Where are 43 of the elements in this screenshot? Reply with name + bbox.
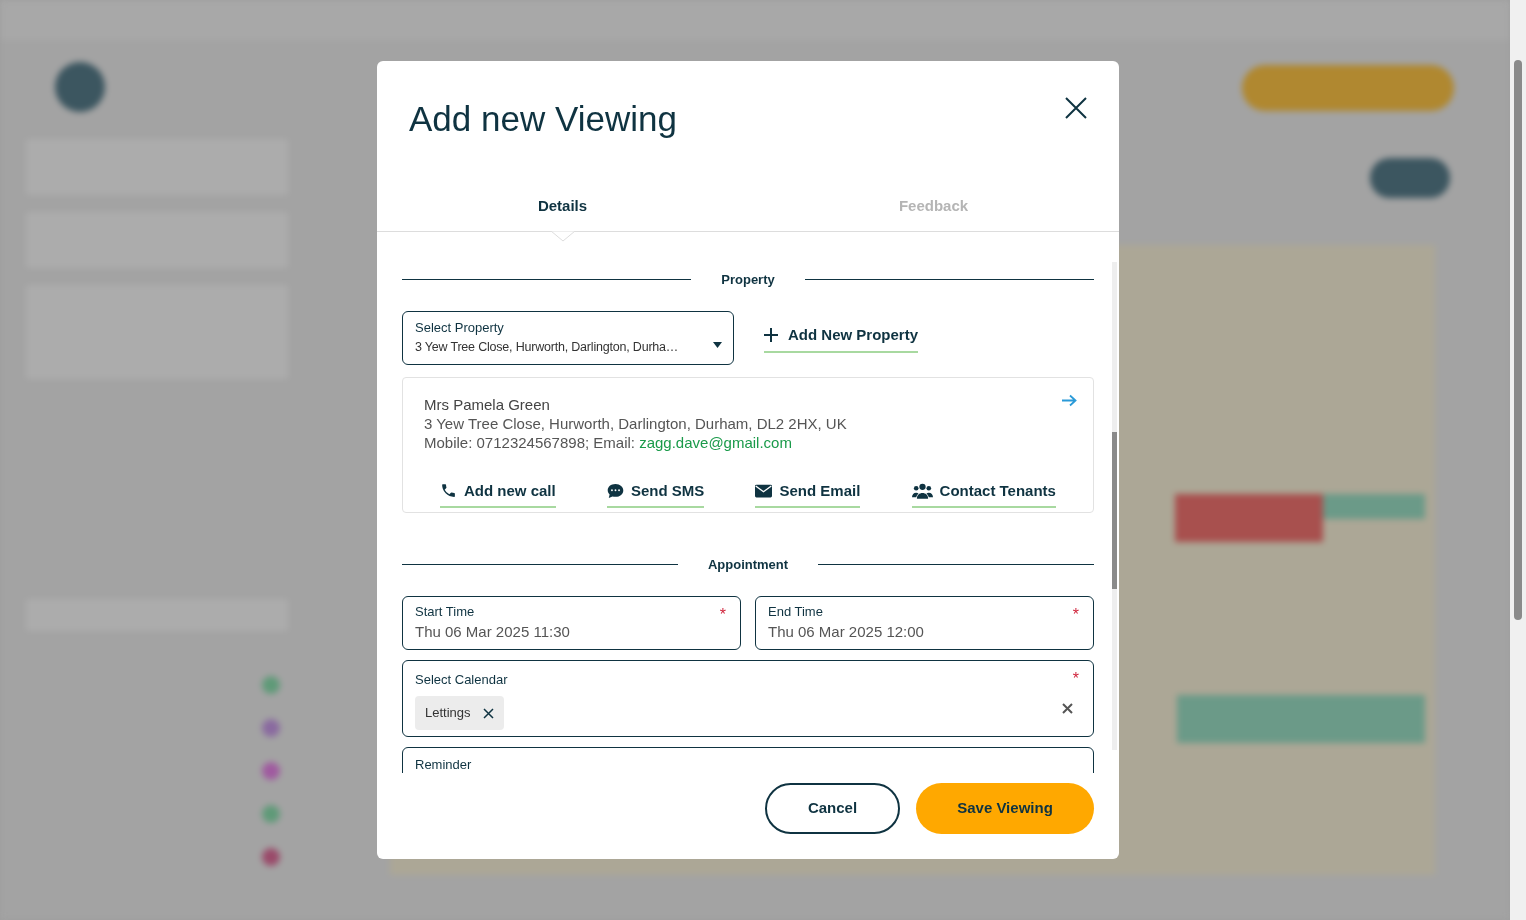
email-link[interactable]: zagg.dave@gmail.com (639, 433, 792, 451)
calendar-select[interactable]: Select Calendar * Lettings (402, 659, 1094, 737)
remove-tag-icon[interactable] (482, 707, 494, 719)
save-button[interactable]: Save Viewing (916, 783, 1094, 834)
field-value: Thu 06 Mar 2025 11:30 (415, 622, 570, 642)
tab[interactable]: Details (377, 181, 748, 231)
people-icon (911, 482, 933, 499)
close-icon (1064, 96, 1088, 120)
required-mark: * (1072, 668, 1079, 689)
cancel-button[interactable]: Cancel (765, 783, 900, 834)
field-label: Select Property (415, 319, 504, 338)
action-link[interactable]: Send Email (755, 479, 861, 508)
property-select[interactable]: Select Property 3 Yew Tree Close, Hurworth, Darlington, Durha… (402, 310, 734, 365)
field-label: Start Time (415, 602, 475, 621)
contact-details: Mobile: 0712324567898; Email: zagg.dave@gmail.com (424, 432, 793, 452)
field-label: End Time (768, 602, 823, 621)
action-link[interactable]: Contact Tenants (911, 479, 1056, 508)
envelope-icon (755, 483, 773, 498)
chat-bubble-icon (606, 482, 624, 499)
plus-icon (764, 328, 778, 342)
calendar-tag: Lettings (415, 696, 504, 730)
field-value: 3 Yew Tree Close, Hurworth, Darlington, Durha… (415, 338, 679, 356)
clear-icon[interactable] (1062, 702, 1073, 714)
field-label: Reminder (415, 755, 472, 773)
action-link[interactable]: Add new call (440, 479, 556, 508)
action-link[interactable]: Send SMS (606, 479, 705, 508)
required-mark: * (1072, 604, 1079, 625)
dialog-scrollbar[interactable] (1112, 262, 1117, 750)
field-label: Select Calendar (415, 670, 508, 689)
time-field[interactable]: Start Time Thu 06 Mar 2025 11:30 * (402, 595, 741, 650)
add-property-link[interactable]: Add New Property (764, 323, 919, 354)
contact-name: Mrs Pamela Green (424, 394, 550, 414)
caret-icon (713, 341, 722, 348)
phone-icon (440, 482, 457, 500)
required-mark: * (719, 604, 726, 625)
time-field[interactable]: End Time Thu 06 Mar 2025 12:00 * (755, 595, 1094, 650)
field-value: Thu 06 Mar 2025 12:00 (768, 622, 924, 642)
dialog-title: Add new Viewing (409, 98, 677, 140)
section-heading: Property (720, 271, 776, 289)
page-scrollbar[interactable] (1510, 0, 1526, 920)
arrow-right-icon[interactable] (1062, 393, 1077, 407)
contact-address: 3 Yew Tree Close, Hurworth, Darlington, Durham, DL2 2HX, UK (424, 413, 848, 433)
section-heading: Appointment (706, 556, 790, 574)
